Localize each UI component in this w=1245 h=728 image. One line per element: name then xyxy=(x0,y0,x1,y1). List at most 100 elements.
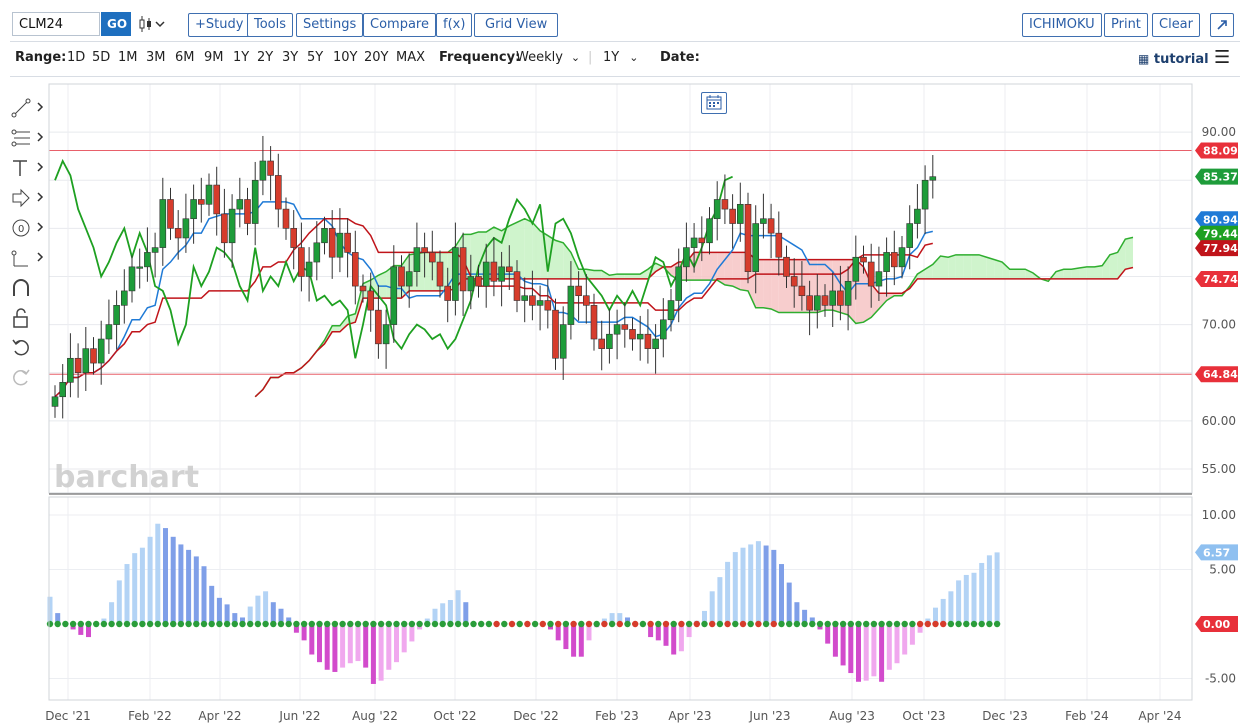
shape-tool-icon[interactable]: 0 xyxy=(10,217,44,239)
grid-view-button[interactable]: Grid View xyxy=(474,13,559,37)
candle-body xyxy=(405,271,413,287)
candle-body xyxy=(752,223,760,272)
candlestick-icon[interactable] xyxy=(138,14,168,38)
tools-button[interactable]: Tools xyxy=(247,13,294,37)
range-10y[interactable]: 10Y xyxy=(333,50,357,65)
histogram-bar xyxy=(417,624,423,630)
zero-line-dot xyxy=(878,620,885,628)
range-9m[interactable]: 9M xyxy=(204,50,224,65)
range-1y[interactable]: 1Y xyxy=(233,50,249,65)
lock-icon[interactable] xyxy=(10,307,44,329)
price-chart[interactable]: 90.00 85.00 80.00 75.00 70.00 65.00 60.00 55.00… xyxy=(0,0,1245,728)
indicator-badge-shape xyxy=(1195,616,1238,632)
expand-icon[interactable] xyxy=(1210,13,1234,37)
candle-body xyxy=(775,232,783,258)
cloud-segment xyxy=(555,240,564,279)
histogram-bar xyxy=(871,624,877,677)
range-5d[interactable]: 5D xyxy=(92,50,110,65)
cloud-segment xyxy=(617,274,625,279)
range-1d[interactable]: 1D xyxy=(67,50,85,65)
range-max[interactable]: MAX xyxy=(396,50,425,65)
cloud-segment xyxy=(578,269,587,279)
zero-line-dot xyxy=(46,620,54,628)
redo-icon[interactable] xyxy=(10,367,44,389)
histogram-bar xyxy=(47,596,53,624)
undo-icon[interactable] xyxy=(10,337,44,359)
price-badge: 80.94 xyxy=(1203,213,1238,226)
symbol-input[interactable] xyxy=(12,12,100,36)
settings-button[interactable]: Settings xyxy=(296,13,364,37)
clear-button[interactable]: Clear xyxy=(1152,13,1200,37)
fx-button[interactable]: f(x) xyxy=(436,13,473,37)
cloud-segment xyxy=(586,269,594,279)
x-tick-label: Feb '23 xyxy=(595,709,639,723)
histogram-bar xyxy=(424,618,430,624)
menu-icon[interactable]: ☰ xyxy=(1214,47,1230,68)
candle-body xyxy=(906,223,914,248)
range-3y[interactable]: 3Y xyxy=(282,50,298,65)
candle-body xyxy=(228,208,236,244)
cloud-segment xyxy=(393,265,402,299)
magnet-icon[interactable] xyxy=(10,277,44,299)
period-select[interactable]: 1Y ⌄ xyxy=(603,50,638,65)
candle-body xyxy=(698,237,706,244)
histogram-bar xyxy=(779,564,784,624)
cloud-segment xyxy=(640,269,648,279)
range-2y[interactable]: 2Y xyxy=(257,50,273,65)
arrow-tool-icon[interactable] xyxy=(10,187,44,209)
range-1m[interactable]: 1M xyxy=(118,50,138,65)
cloud-segment xyxy=(1094,265,1103,279)
histogram-bar xyxy=(663,624,669,646)
candle-body xyxy=(136,266,143,269)
histogram-bar xyxy=(856,624,861,682)
zero-line-dot xyxy=(493,620,500,628)
calendar-icon[interactable] xyxy=(701,92,727,114)
range-20y[interactable]: 20Y xyxy=(364,50,388,65)
range-3m[interactable]: 3M xyxy=(146,50,166,65)
histogram-bar xyxy=(116,580,122,624)
line-tool-icon[interactable] xyxy=(10,97,44,119)
zero-line-dot xyxy=(832,620,839,628)
zero-line-dot xyxy=(947,620,955,628)
histogram-bar xyxy=(124,564,130,624)
price-tick-label: 75.00 xyxy=(1202,269,1236,283)
candle-body xyxy=(536,300,544,306)
zero-line-dot xyxy=(131,620,138,628)
ichimoku-button[interactable]: ICHIMOKU xyxy=(1022,13,1102,37)
zero-line-dot xyxy=(909,620,916,628)
text-tool-icon[interactable] xyxy=(10,157,44,179)
frequency-select[interactable]: Weekly ⌄ xyxy=(516,50,580,65)
range-6m[interactable]: 6M xyxy=(175,50,195,65)
cloud-segment xyxy=(809,259,818,313)
measure-tool-icon[interactable] xyxy=(10,247,44,269)
cloud-segment xyxy=(932,256,941,279)
indicator-badge-shape xyxy=(1195,544,1238,561)
tutorial-link[interactable]: ▦ tutorial xyxy=(1138,52,1209,67)
histogram-bar xyxy=(948,591,954,624)
candle-body xyxy=(467,276,475,292)
zero-line-dot xyxy=(347,620,354,628)
range-5y[interactable]: 5Y xyxy=(307,50,323,65)
zero-line-dot xyxy=(786,620,793,628)
candle-body xyxy=(159,199,167,248)
candle-body xyxy=(105,324,113,340)
print-button[interactable]: Print xyxy=(1104,13,1148,37)
candle-body xyxy=(282,208,290,229)
cloud-segment xyxy=(755,259,764,308)
zero-line-dot xyxy=(93,620,100,628)
cloud-segment xyxy=(663,266,671,276)
candle-body xyxy=(190,199,197,220)
cloud-segment xyxy=(917,269,926,279)
indicator-lines xyxy=(54,158,1134,398)
price-badge-shape xyxy=(1195,270,1238,287)
study-button[interactable]: +Study xyxy=(188,13,251,37)
zero-line-dot xyxy=(324,620,331,628)
candle-body xyxy=(744,203,752,272)
compare-button[interactable]: Compare xyxy=(363,13,436,37)
zero-line-dot xyxy=(986,620,993,628)
histogram-bar xyxy=(717,577,723,624)
candle-body xyxy=(336,232,344,258)
go-button[interactable]: GO xyxy=(101,12,131,36)
price-badge: 79.44 xyxy=(1203,228,1238,241)
fib-tool-icon[interactable] xyxy=(10,127,44,149)
